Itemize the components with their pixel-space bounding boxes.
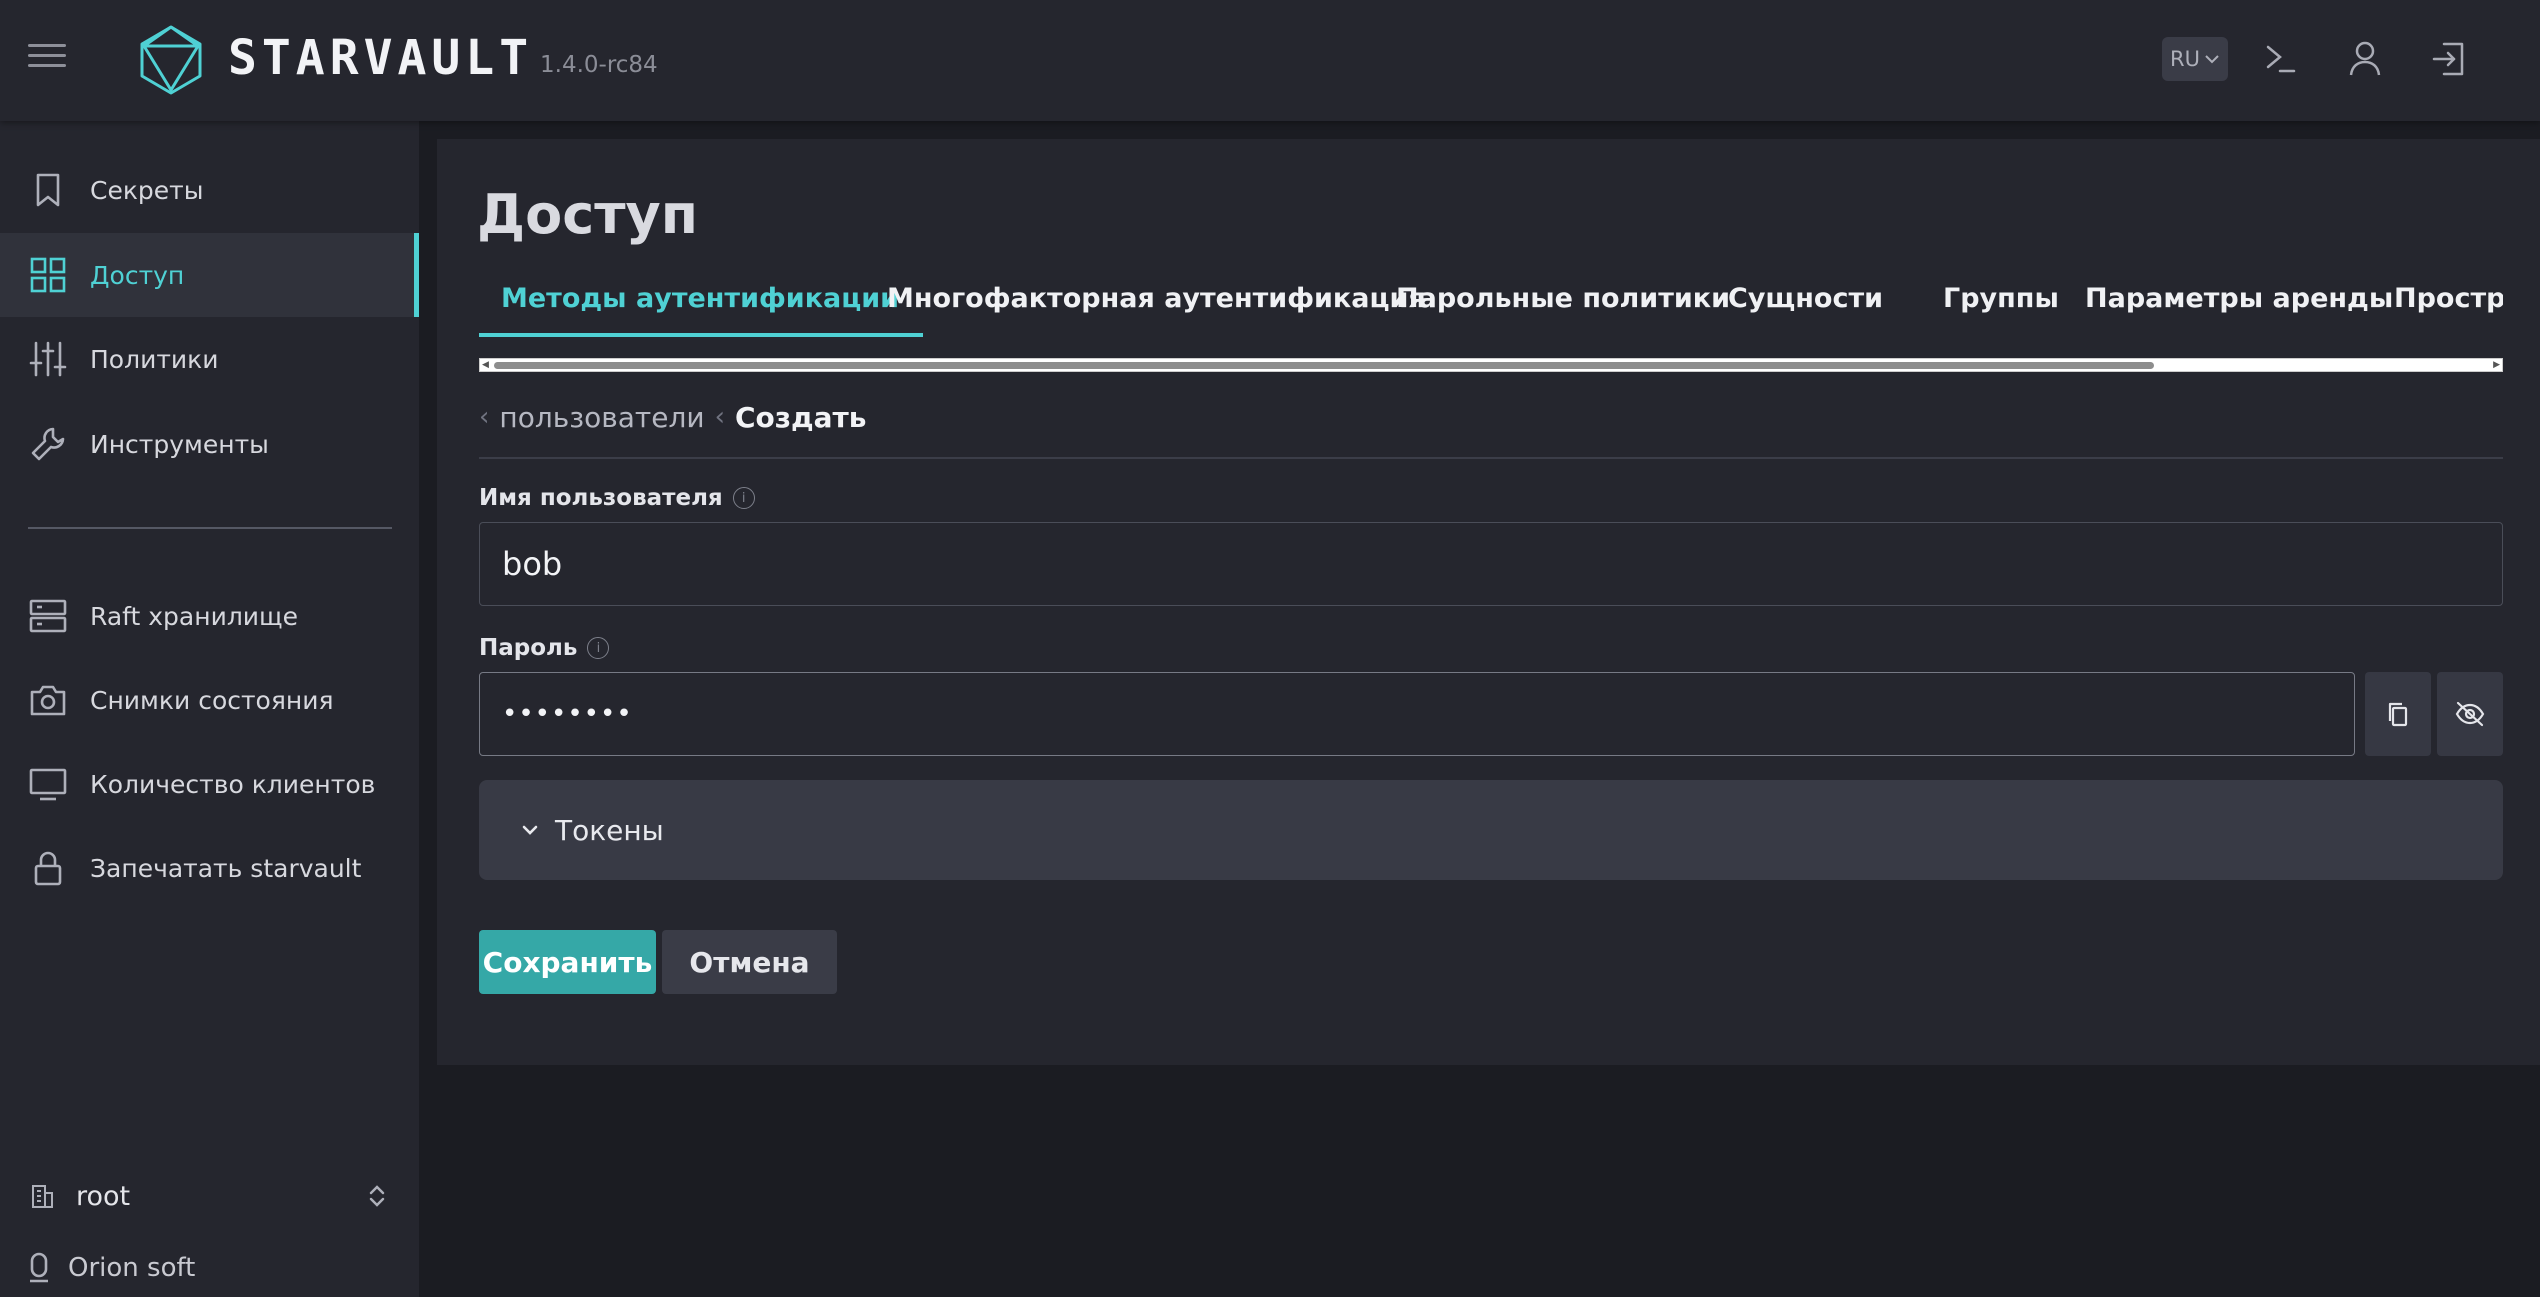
sidebar-item-label: Инструменты: [90, 429, 269, 459]
password-label-text: Пароль: [479, 635, 578, 661]
sidebar-item-label: Снимки состояния: [90, 685, 334, 715]
breadcrumb-divider: [479, 457, 2503, 459]
wrench-icon: [31, 427, 65, 461]
tab-entities[interactable]: Сущности: [1728, 279, 1883, 337]
tab-namespaces[interactable]: Пространст: [2394, 279, 2503, 337]
sidebar: Секреты Доступ Политики Инструменты Raft…: [0, 121, 419, 1297]
orion-logo-icon: [30, 1252, 48, 1283]
sidebar-item-secrets[interactable]: Секреты: [0, 148, 419, 232]
scroll-right-arrow-icon[interactable]: ▶: [2493, 360, 2500, 370]
tokens-accordion[interactable]: Токены: [479, 780, 2503, 880]
camera-icon: [30, 685, 66, 716]
password-label: Пароль i: [479, 635, 610, 661]
breadcrumb: ‹ пользователи ‹ Создать: [479, 397, 866, 437]
sidebar-item-seal[interactable]: Запечатать starvault: [0, 826, 419, 910]
sidebar-item-snapshots[interactable]: Снимки состояния: [0, 658, 419, 742]
tab-bar: Методы аутентификации Многофакторная аут…: [479, 279, 2503, 337]
sidebar-item-client-count[interactable]: Количество клиентов: [0, 742, 419, 826]
tab-password-policies[interactable]: Парольные политики: [1396, 279, 1730, 337]
chevron-up-down-icon: [369, 1185, 385, 1207]
sidebar-item-policies[interactable]: Политики: [0, 317, 419, 401]
tabs-scrollbar[interactable]: ◀ ▶: [479, 358, 2503, 372]
sidebar-item-access[interactable]: Доступ: [0, 233, 419, 317]
brand-name: STARVAULT: [228, 30, 534, 86]
top-bar: STARVAULT 1.4.0-rc84 RU: [0, 0, 2540, 121]
namespace-label: root: [76, 1180, 131, 1212]
organization: Orion soft: [28, 1248, 195, 1288]
breadcrumb-current: Создать: [734, 400, 867, 434]
grid-icon: [30, 257, 66, 293]
chevron-left-icon: ‹: [714, 402, 725, 432]
save-button[interactable]: Сохранить: [479, 930, 656, 994]
password-input[interactable]: ••••••••: [479, 672, 2355, 756]
sidebar-item-label: Количество клиентов: [90, 769, 376, 799]
user-icon[interactable]: [2342, 36, 2388, 82]
sidebar-item-label: Секреты: [90, 175, 204, 205]
username-input[interactable]: bob: [479, 522, 2503, 606]
terminal-icon[interactable]: [2258, 36, 2304, 82]
bookmark-icon: [36, 173, 60, 207]
tab-auth-methods[interactable]: Методы аутентификации: [479, 279, 924, 337]
cancel-button[interactable]: Отмена: [662, 930, 837, 994]
scrollbar-thumb[interactable]: [494, 362, 2154, 369]
logout-icon[interactable]: [2426, 36, 2472, 82]
main-panel: Доступ Методы аутентификации Многофактор…: [437, 139, 2540, 1065]
breadcrumb-users-link[interactable]: пользователи: [499, 401, 704, 434]
copy-password-button[interactable]: [2365, 672, 2431, 756]
sidebar-item-raft-storage[interactable]: Raft хранилище: [0, 574, 419, 658]
sliders-icon: [29, 341, 67, 377]
language-select[interactable]: RU: [2162, 37, 2228, 81]
sidebar-item-label: Запечатать starvault: [90, 853, 362, 883]
namespace-picker[interactable]: root: [28, 1176, 388, 1216]
sidebar-item-label: Политики: [90, 344, 219, 374]
tab-mfa[interactable]: Многофакторная аутентификация: [887, 279, 1426, 337]
info-icon[interactable]: i: [732, 487, 755, 509]
page-title: Доступ: [477, 183, 699, 246]
tab-groups[interactable]: Группы: [1943, 279, 2059, 337]
toggle-password-visibility-button[interactable]: [2437, 672, 2503, 756]
username-label: Имя пользователя i: [479, 485, 755, 511]
tab-lease-params[interactable]: Параметры аренды: [2085, 279, 2393, 337]
sidebar-item-label: Доступ: [90, 260, 185, 290]
starvault-logo-icon: [140, 25, 202, 95]
sidebar-item-tools[interactable]: Инструменты: [0, 402, 419, 486]
chevron-down-icon: [522, 825, 538, 835]
chevron-left-icon: ‹: [479, 402, 490, 432]
organization-label: Orion soft: [68, 1253, 196, 1283]
username-value: bob: [502, 545, 563, 583]
building-icon: [32, 1185, 53, 1208]
version-label: 1.4.0-rc84: [540, 52, 658, 78]
eye-off-icon: [2455, 701, 2485, 727]
scroll-left-arrow-icon[interactable]: ◀: [482, 360, 489, 370]
sidebar-item-label: Raft хранилище: [90, 601, 298, 631]
sidebar-divider: [28, 527, 392, 529]
tokens-label: Токены: [555, 813, 664, 847]
info-icon[interactable]: i: [587, 637, 610, 659]
password-value: ••••••••: [502, 699, 633, 729]
menu-icon[interactable]: [28, 44, 66, 74]
username-label-text: Имя пользователя: [479, 485, 723, 511]
chevron-down-icon: [2205, 55, 2219, 64]
server-icon: [29, 599, 67, 633]
language-label: RU: [2170, 47, 2200, 71]
monitor-icon: [29, 768, 67, 801]
copy-icon: [2388, 702, 2408, 727]
lock-icon: [34, 851, 62, 886]
